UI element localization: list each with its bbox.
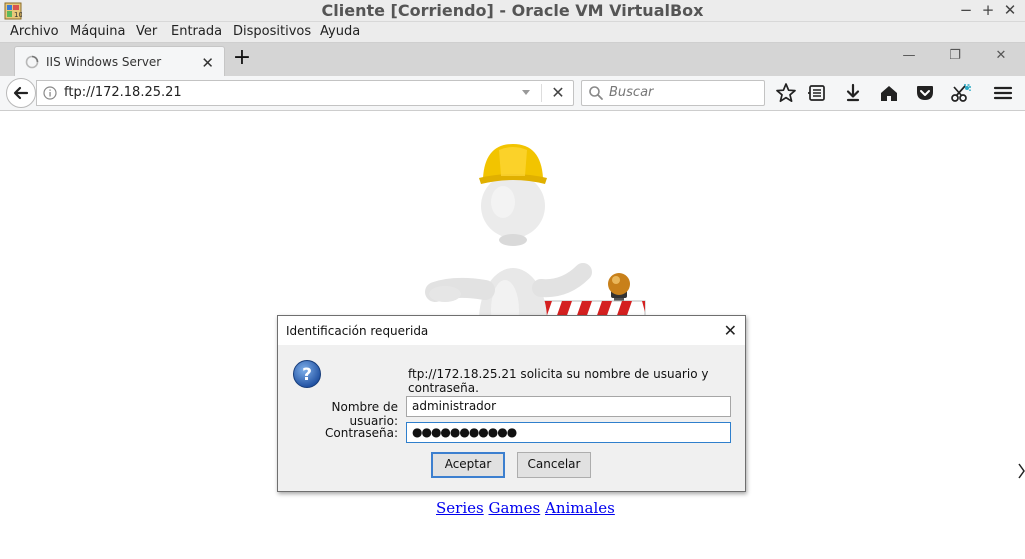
home-icon[interactable] <box>877 82 901 104</box>
stop-icon[interactable]: ✕ <box>549 83 567 103</box>
url-dropdown-icon[interactable] <box>519 85 533 99</box>
browser-minimize-button[interactable]: — <box>897 48 921 66</box>
bookmark-star-icon[interactable] <box>774 82 798 104</box>
browser-close-button[interactable]: ✕ <box>989 48 1013 66</box>
info-icon[interactable] <box>43 86 57 100</box>
password-field[interactable]: ●●●●●●●●●●● <box>406 422 731 443</box>
browser-restore-button[interactable]: ❐ <box>943 48 967 66</box>
back-button[interactable] <box>6 78 36 108</box>
download-icon[interactable] <box>841 82 865 104</box>
svg-text:?: ? <box>302 365 312 385</box>
url-separator <box>541 84 542 102</box>
under-construction-image <box>425 144 646 316</box>
mouse-cursor-icon <box>1018 463 1025 479</box>
menu-entrada[interactable]: Entrada <box>171 24 222 39</box>
hamburger-menu-icon[interactable] <box>991 82 1015 104</box>
vbox-minimize-button[interactable]: − <box>955 0 977 22</box>
link-animales[interactable]: Animales <box>545 499 615 517</box>
url-bar[interactable]: ftp://172.18.25.21 ✕ <box>36 80 574 106</box>
password-label: Contraseña: <box>325 426 398 440</box>
new-tab-button[interactable]: + <box>232 47 252 69</box>
screenshot-scissors-icon[interactable] <box>949 82 973 104</box>
search-box[interactable]: Buscar <box>581 80 765 106</box>
dialog-message: ftp://172.18.25.21 solicita su nombre de… <box>408 367 709 395</box>
browser-tabstrip: IIS Windows Server ✕ <box>0 43 1025 76</box>
question-icon: ? <box>293 360 321 388</box>
cancel-button[interactable]: Cancelar <box>517 452 591 478</box>
link-series[interactable]: Series <box>436 499 484 517</box>
username-label: Nombre de usuario: <box>331 400 399 428</box>
page-links: Series Games Animales <box>436 499 615 517</box>
back-arrow-icon <box>13 86 29 100</box>
link-games[interactable]: Games <box>488 499 540 517</box>
virtualbox-titlebar: 10 Cliente [Corriendo] - Oracle VM Virtu… <box>0 0 1025 22</box>
auth-dialog: Identificación requerida ✕ ? ftp://172.1… <box>277 315 746 492</box>
tab-iis-windows-server[interactable]: IIS Windows Server ✕ <box>14 46 225 76</box>
dialog-header: Identificación requerida ✕ <box>278 316 745 345</box>
search-icon <box>589 86 603 100</box>
virtualbox-window-title: Cliente [Corriendo] - Oracle VM VirtualB… <box>321 1 704 20</box>
reading-list-icon[interactable] <box>805 82 829 104</box>
tab-close-icon[interactable]: ✕ <box>201 54 214 72</box>
tab-title: IIS Windows Server <box>46 55 162 69</box>
virtualbox-menubar: Archivo Máquina Ver Entrada Dispositivos… <box>0 22 1025 43</box>
pocket-icon[interactable] <box>913 82 937 104</box>
menu-maquina[interactable]: Máquina <box>70 24 126 39</box>
username-field[interactable]: administrador <box>406 396 731 417</box>
vbox-maximize-button[interactable]: + <box>977 0 999 22</box>
loading-icon <box>25 55 39 69</box>
vbox-close-button[interactable]: ✕ <box>999 0 1021 22</box>
accept-button[interactable]: Aceptar <box>431 452 505 478</box>
dialog-close-icon[interactable]: ✕ <box>724 321 737 340</box>
menu-ver[interactable]: Ver <box>136 24 157 39</box>
url-text[interactable]: ftp://172.18.25.21 <box>64 85 182 100</box>
dialog-title: Identificación requerida <box>286 324 429 338</box>
menu-dispositivos[interactable]: Dispositivos <box>233 24 311 39</box>
menu-archivo[interactable]: Archivo <box>10 24 59 39</box>
search-placeholder: Buscar <box>609 85 654 100</box>
menu-ayuda[interactable]: Ayuda <box>320 24 360 39</box>
